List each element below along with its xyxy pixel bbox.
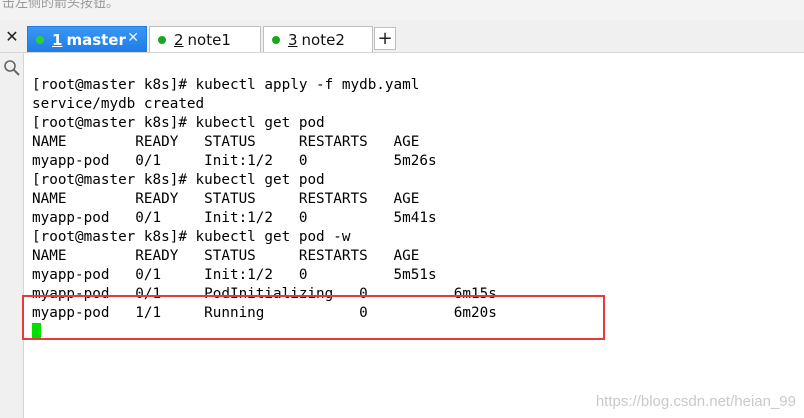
tab-bar: ✕ 1 master ✕ 2 note1 3 note2 + bbox=[0, 20, 804, 53]
connected-status-icon bbox=[158, 35, 166, 44]
terminal-line: myapp-pod 0/1 Init:1/2 0 5m41s bbox=[32, 210, 437, 226]
search-icon[interactable] bbox=[3, 59, 21, 77]
terminal-line: NAME READY STATUS RESTARTS AGE bbox=[32, 248, 420, 264]
highlight-annotation bbox=[22, 295, 605, 340]
close-icon[interactable]: ✕ bbox=[0, 20, 24, 53]
tab-close-icon[interactable]: ✕ bbox=[127, 30, 139, 46]
connected-status-icon bbox=[36, 35, 44, 44]
terminal-line: [root@master k8s]# kubectl apply -f mydb… bbox=[32, 77, 420, 93]
tab-label: master bbox=[66, 30, 126, 49]
terminal-line: NAME READY STATUS RESTARTS AGE bbox=[32, 134, 420, 150]
terminal-lines: [root@master k8s]# kubectl apply -f mydb… bbox=[32, 76, 497, 323]
top-hint-bar: 击左侧的箭头按钮。 bbox=[0, 0, 804, 20]
tab-number: 1 bbox=[52, 30, 63, 49]
connected-status-icon bbox=[272, 35, 280, 44]
tab-number: 3 bbox=[288, 30, 298, 49]
watermark: https://blog.csdn.net/heian_99 bbox=[595, 393, 796, 410]
tab-number: 2 bbox=[174, 30, 184, 49]
tab-master[interactable]: 1 master ✕ bbox=[27, 26, 147, 52]
left-toolbar bbox=[0, 53, 24, 418]
terminal-line: [root@master k8s]# kubectl get pod bbox=[32, 115, 325, 131]
tab-note1[interactable]: 2 note1 bbox=[149, 26, 261, 52]
tab-label: note1 bbox=[187, 30, 231, 49]
top-hint-text: 击左侧的箭头按钮。 bbox=[2, 0, 120, 11]
tab-note2[interactable]: 3 note2 bbox=[263, 26, 373, 52]
terminal-line: [root@master k8s]# kubectl get pod -w bbox=[32, 229, 351, 245]
terminal-output[interactable]: [root@master k8s]# kubectl apply -f mydb… bbox=[25, 53, 804, 418]
add-tab-button[interactable]: + bbox=[374, 27, 396, 50]
terminal-line: NAME READY STATUS RESTARTS AGE bbox=[32, 191, 420, 207]
terminal-line: myapp-pod 0/1 Init:1/2 0 5m51s bbox=[32, 267, 437, 283]
tab-label: note2 bbox=[301, 30, 345, 49]
terminal-line: service/mydb created bbox=[32, 96, 205, 112]
terminal-line: [root@master k8s]# kubectl get pod bbox=[32, 172, 325, 188]
terminal-line: myapp-pod 0/1 Init:1/2 0 5m26s bbox=[32, 153, 437, 169]
